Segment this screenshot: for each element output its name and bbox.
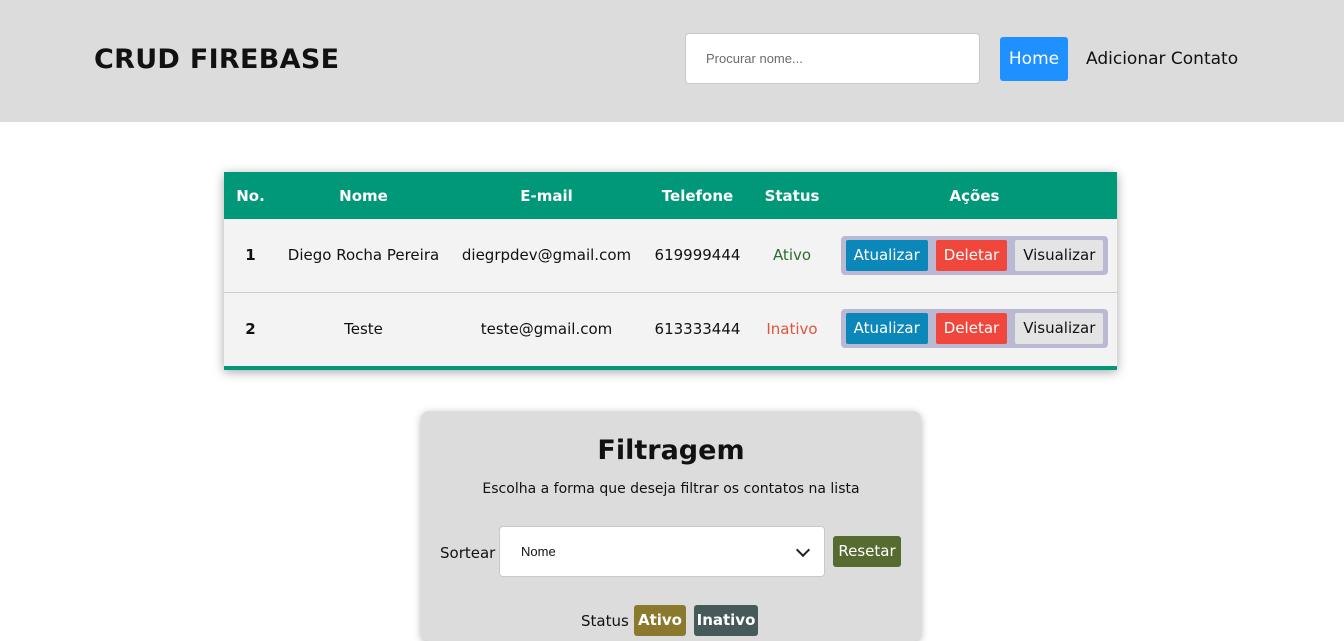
filter-title: Filtragem [597, 435, 745, 466]
row-email: diegrpdev@gmail.com [461, 246, 632, 265]
status-filter-label: Status [581, 612, 629, 630]
filter-inactive-button[interactable]: Inativo [694, 605, 758, 636]
row-status: Ativo [772, 246, 812, 265]
table-header-row: No. Nome E-mail Telefone Status Ações [224, 172, 1117, 219]
actions-group: Atualizar Deletar Visualizar [840, 235, 1109, 275]
column-header-phone: Telefone [661, 186, 734, 205]
view-button[interactable]: Visualizar [1015, 239, 1104, 271]
row-actions: Atualizar Deletar Visualizar [832, 219, 1117, 292]
reset-button[interactable]: Resetar [833, 536, 901, 567]
column-header-no: No. [236, 186, 265, 205]
row-phone: 619999444 [654, 246, 741, 265]
search-input[interactable] [685, 33, 980, 84]
nav-home-button[interactable]: Home [1000, 37, 1068, 81]
sort-label: Sortear [440, 544, 496, 562]
row-status: Inativo [752, 291, 832, 365]
row-phone: 613333444 [643, 291, 752, 365]
row-email: teste@gmail.com [450, 291, 643, 365]
filter-card: Filtragem Escolha a forma que deseja fil… [421, 411, 921, 641]
row-name: Diego Rocha Pereira [287, 246, 440, 265]
row-actions: Atualizar Deletar Visualizar [832, 291, 1117, 365]
view-button[interactable]: Visualizar [1015, 313, 1104, 345]
sort-selected-value: Nome [521, 544, 556, 559]
sort-select[interactable]: Nome [499, 526, 825, 577]
column-header-name: Nome [339, 186, 388, 205]
actions-group: Atualizar Deletar Visualizar [840, 309, 1109, 349]
contacts-table-container: No. Nome E-mail Telefone Status Ações 1 … [224, 172, 1117, 370]
row-number: 1 [245, 246, 256, 265]
filter-active-button[interactable]: Ativo [634, 605, 686, 636]
column-header-actions: Ações [949, 186, 1000, 205]
column-header-email: E-mail [520, 186, 573, 205]
top-header: CRUD FIREBASE Home Adicionar Contato [0, 0, 1344, 122]
table-row: 1 Diego Rocha Pereira diegrpdev@gmail.co… [224, 219, 1117, 292]
table-row: 2 Teste teste@gmail.com 613333444 Inativ… [224, 291, 1117, 365]
delete-button[interactable]: Deletar [935, 313, 1008, 345]
row-name: Teste [277, 291, 450, 365]
update-button[interactable]: Atualizar [845, 313, 928, 345]
nav-add-contact-link[interactable]: Adicionar Contato [1086, 37, 1238, 81]
filter-subtitle: Escolha a forma que deseja filtrar os co… [482, 481, 860, 497]
delete-button[interactable]: Deletar [935, 239, 1008, 271]
brand-title: CRUD FIREBASE [94, 44, 340, 75]
chevron-down-icon [795, 542, 811, 558]
column-header-status: Status [764, 186, 820, 205]
update-button[interactable]: Atualizar [845, 239, 928, 271]
row-number: 2 [224, 291, 277, 365]
contacts-table: No. Nome E-mail Telefone Status Ações 1 … [224, 172, 1117, 365]
